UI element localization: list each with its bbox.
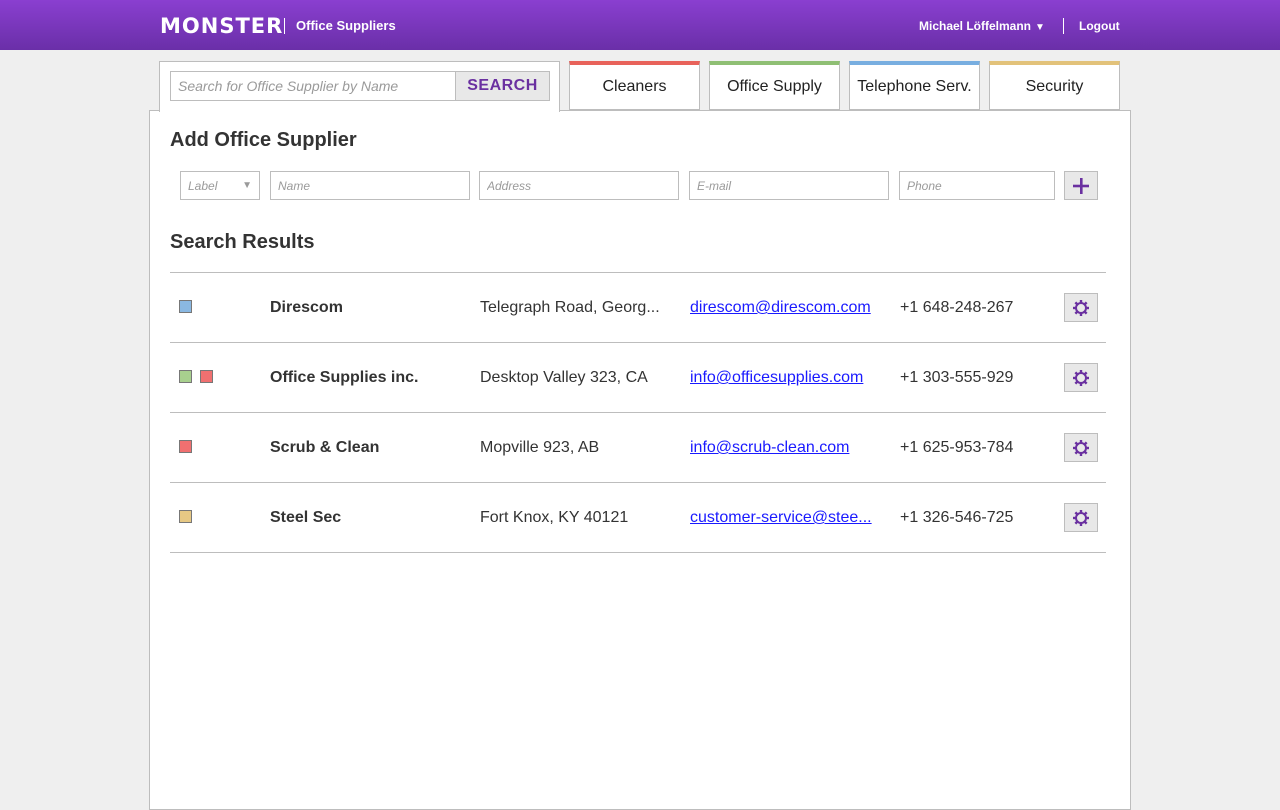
logout-link[interactable]: Logout [1079,18,1120,34]
tab-telephone-serv[interactable]: Telephone Serv. [849,61,980,110]
supplier-phone: +1 625-953-784 [900,439,1014,456]
header-divider [1063,18,1064,34]
chevron-down-icon: ▼ [242,180,252,191]
label-swatch [179,510,192,523]
phone-field[interactable] [899,171,1055,200]
tab-security[interactable]: Security [989,61,1120,110]
supplier-address: Fort Knox, KY 40121 [480,509,629,526]
tab-cleaners[interactable]: Cleaners [569,61,700,110]
row-settings-button[interactable] [1064,433,1098,462]
top-header: MONSTER Office Suppliers Michael Löffelm… [0,0,1280,50]
plus-icon [1073,177,1089,194]
user-name: Michael Löffelmann [919,19,1032,33]
supplier-address: Telegraph Road, Georg... [480,299,660,316]
search-button[interactable]: SEARCH [455,71,550,101]
table-row: Scrub & Clean Mopville 923, AB info@scrub-… [170,412,1106,482]
table-row: Direscom Telegraph Road, Georg... direscom… [170,272,1106,342]
supplier-email-link[interactable]: info@officesupplies.com [690,368,863,388]
table-row: Office Supplies inc. Desktop Valley 323, … [170,342,1106,412]
gear-icon [1073,509,1089,526]
add-supplier-title: Add Office Supplier [170,129,357,151]
section-title: Office Suppliers [296,18,396,33]
table-row: Steel Sec Fort Knox, KY 40121 customer-ser… [170,482,1106,552]
supplier-email-link[interactable]: direscom@direscom.com [690,298,871,318]
row-settings-button[interactable] [1064,503,1098,532]
label-swatch [200,370,213,383]
label-select-placeholder: Label [188,179,218,193]
search-input[interactable] [170,71,456,101]
monster-logo[interactable]: MONSTER [160,13,283,39]
search-tab: SEARCH [159,61,560,112]
search-results-title: Search Results [170,231,315,253]
gear-icon [1073,439,1089,456]
supplier-address: Desktop Valley 323, CA [480,369,648,386]
supplier-name: Direscom [270,299,343,316]
email-field[interactable] [689,171,889,200]
supplier-email-link[interactable]: info@scrub-clean.com [690,438,849,458]
name-field[interactable] [270,171,470,200]
supplier-name: Office Supplies inc. [270,369,419,386]
supplier-phone: +1 326-546-725 [900,509,1014,526]
add-supplier-button[interactable] [1064,171,1098,200]
label-swatch [179,440,192,453]
chevron-down-icon: ▼ [1035,22,1045,33]
header-divider [284,18,285,34]
gear-icon [1073,299,1089,316]
row-settings-button[interactable] [1064,293,1098,322]
supplier-email-link[interactable]: customer-service@stee... [690,508,872,528]
supplier-name: Steel Sec [270,509,342,526]
supplier-name: Scrub & Clean [270,439,380,456]
gear-icon [1073,369,1089,386]
tab-office-supply[interactable]: Office Supply [709,61,840,110]
label-select[interactable]: Label ▼ [180,171,260,200]
label-swatch [179,300,192,313]
divider [170,552,1106,553]
supplier-address: Mopville 923, AB [480,439,600,456]
supplier-phone: +1 303-555-929 [900,369,1014,386]
label-swatch [179,370,192,383]
supplier-phone: +1 648-248-267 [900,299,1014,316]
row-settings-button[interactable] [1064,363,1098,392]
address-field[interactable] [479,171,679,200]
user-menu[interactable]: Michael Löffelmann ▼ [919,18,1045,36]
